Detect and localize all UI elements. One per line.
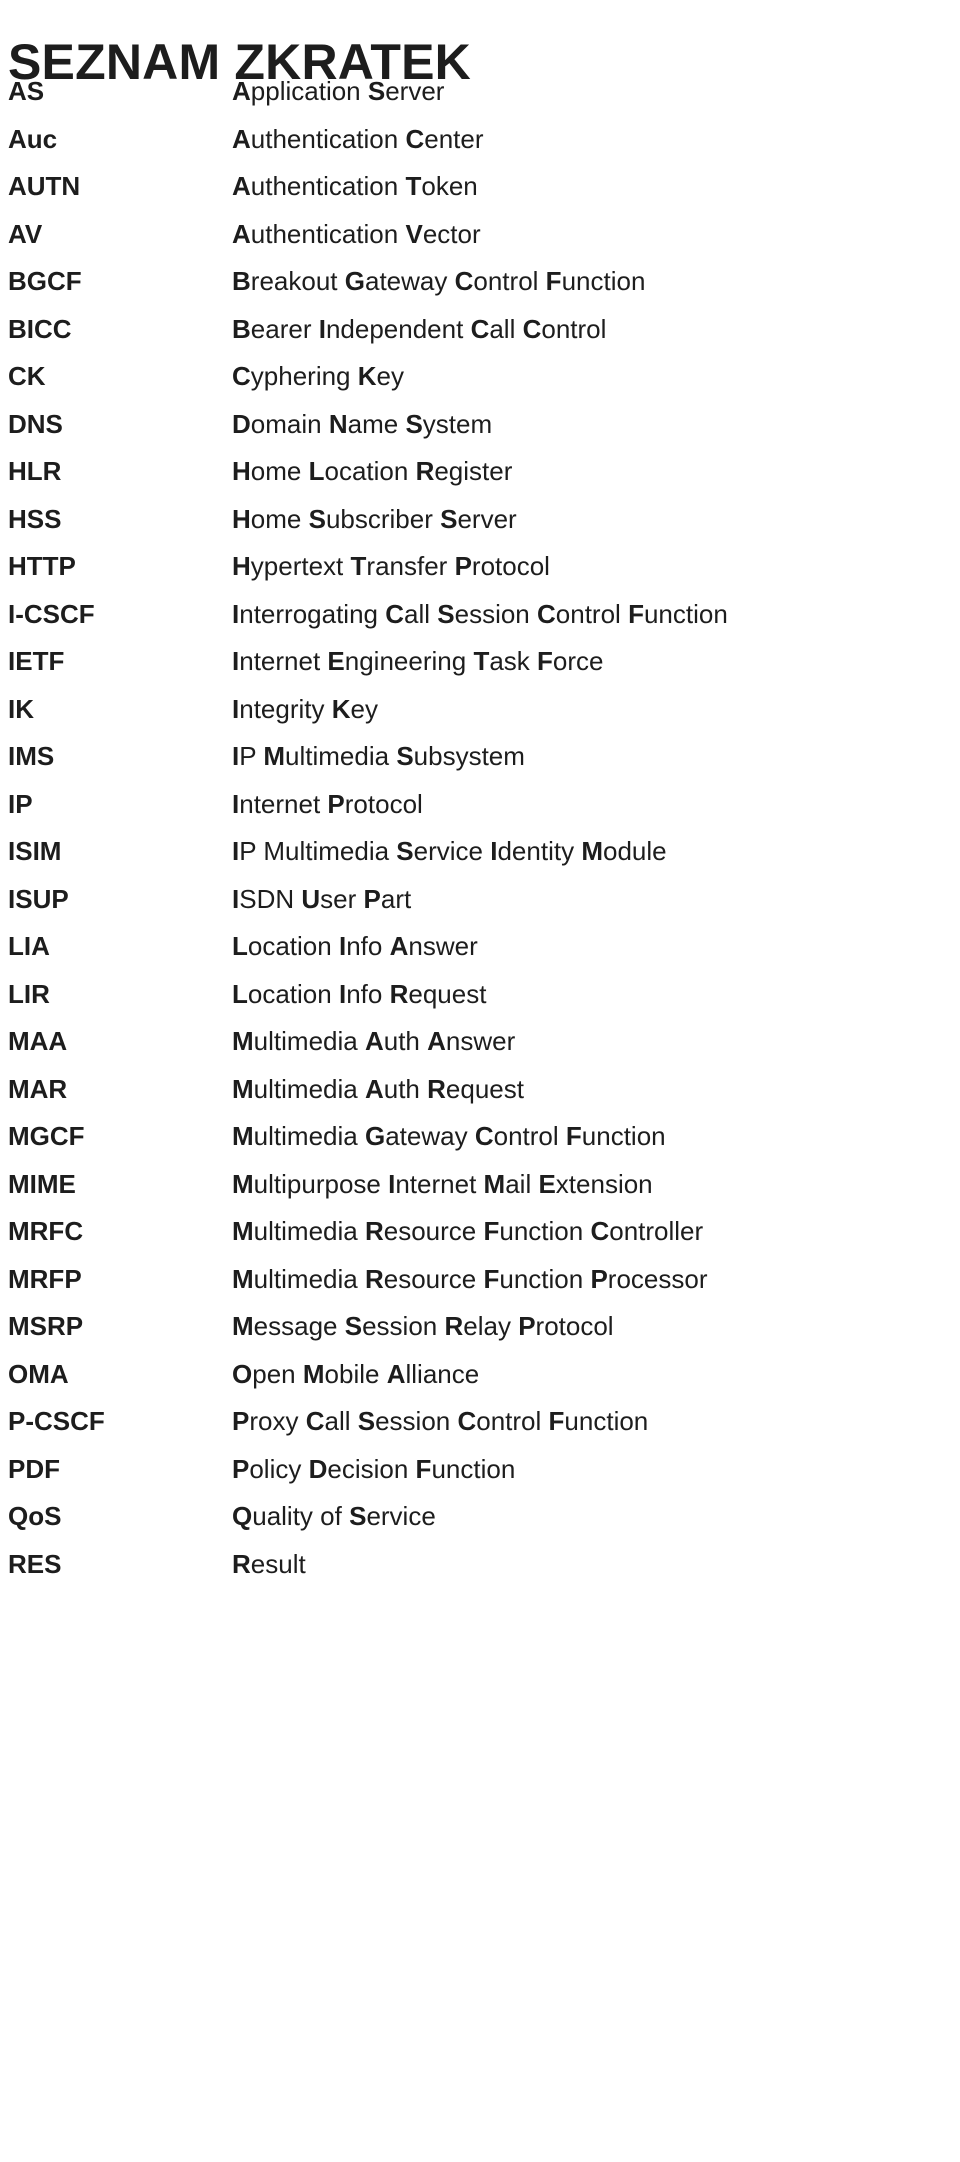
abbreviation-row: MSRP Message Session Relay Protocol [0, 1309, 960, 1357]
abbreviation-row: RES Result [0, 1547, 960, 1595]
abbreviation-term: MAR [8, 1073, 68, 1104]
abbreviation-definition: ISDN User Part [232, 883, 412, 914]
abbreviation-row: MRFP Multimedia Resource Function Process… [0, 1262, 960, 1310]
abbreviation-term: BGCF [8, 266, 82, 296]
abbreviation-definition: IP Multimedia Service Identity Module [232, 836, 667, 866]
abbreviation-row: MIME Multipurpose Internet Mail Extension [0, 1167, 960, 1215]
abbreviation-row: QoS Quality of Service [0, 1499, 960, 1547]
abbreviation-row: BICC Bearer Independent Call Control [0, 312, 960, 360]
abbreviation-definition: Hypertext Transfer Protocol [232, 551, 550, 581]
abbreviation-term: I-CSCF [8, 598, 95, 629]
abbreviation-row: LIR Location Info Request [0, 977, 960, 1025]
abbreviation-term: IK [8, 693, 34, 724]
abbreviation-definition: Authentication Token [232, 171, 478, 201]
abbreviation-term: MSRP [8, 1311, 84, 1341]
abbreviation-definition: Home Subscriber Server [232, 503, 517, 534]
abbreviation-definition: Multimedia Gateway Control Function [232, 1121, 666, 1151]
abbreviation-row: AV Authentication Vector [0, 217, 960, 265]
abbreviation-term: BICC [8, 313, 72, 344]
abbreviation-row: IP Internet Protocol [0, 787, 960, 835]
abbreviation-definition: Multimedia Resource Function Controller [232, 1216, 704, 1246]
abbreviation-row: IK Integrity Key [0, 692, 960, 740]
abbreviation-definition: Multipurpose Internet Mail Extension [232, 1168, 653, 1199]
abbreviation-row: ISUP ISDN User Part [0, 882, 960, 930]
abbreviation-definition: Result [232, 1548, 306, 1579]
abbreviation-list: AS Application Server Auc Authentication Ce… [0, 74, 960, 1594]
abbreviation-row: IETF Internet Engineering Task Force [0, 644, 960, 692]
abbreviation-row: ISIM IP Multimedia Service Identity Modul… [0, 834, 960, 882]
abbreviation-term: AS [8, 76, 45, 106]
abbreviation-term: IETF [8, 646, 65, 676]
abbreviation-row: CK Cyphering Key [0, 359, 960, 407]
abbreviation-definition: Authentication Center [232, 123, 484, 154]
abbreviation-term: OMA [8, 1358, 69, 1389]
abbreviation-definition: Quality of Service [232, 1501, 436, 1531]
abbreviation-definition: Cyphering Key [232, 361, 404, 391]
abbreviation-row: LIA Location Info Answer [0, 929, 960, 977]
abbreviation-definition: Domain Name System [232, 408, 493, 439]
abbreviation-term: CK [8, 361, 46, 391]
abbreviation-definition: Multimedia Auth Answer [232, 1026, 516, 1056]
abbreviation-row: MAA Multimedia Auth Answer [0, 1024, 960, 1072]
abbreviation-row: BGCF Breakout Gateway Control Function [0, 264, 960, 312]
abbreviation-term: ISIM [8, 836, 62, 866]
abbreviation-term: IMS [8, 741, 55, 771]
abbreviation-row: DNS Domain Name System [0, 407, 960, 455]
abbreviation-definition: Policy Decision Function [232, 1453, 516, 1484]
abbreviation-term: P-CSCF [8, 1406, 105, 1436]
abbreviation-term: MRFC [8, 1216, 84, 1246]
abbreviation-definition: IP Multimedia Subsystem [232, 741, 525, 771]
abbreviation-term: MRFP [8, 1263, 82, 1294]
abbreviation-row: AUTN Authentication Token [0, 169, 960, 217]
abbreviation-definition: Internet Engineering Task Force [232, 646, 604, 676]
abbreviation-term: LIR [8, 978, 50, 1009]
abbreviation-term: PDF [8, 1453, 60, 1484]
abbreviation-term: LIA [8, 931, 50, 961]
abbreviation-definition: Home Location Register [232, 456, 513, 486]
abbreviation-row: AS Application Server [0, 74, 960, 122]
abbreviation-definition: Location Info Request [232, 978, 487, 1009]
abbreviation-row: IMS IP Multimedia Subsystem [0, 739, 960, 787]
abbreviation-term: MGCF [8, 1121, 85, 1151]
abbreviation-definition: Application Server [232, 76, 445, 106]
abbreviation-row: PDF Policy Decision Function [0, 1452, 960, 1500]
abbreviation-definition: Multimedia Auth Request [232, 1073, 524, 1104]
abbreviation-row: MAR Multimedia Auth Request [0, 1072, 960, 1120]
abbreviation-row: OMA Open Mobile Alliance [0, 1357, 960, 1405]
abbreviation-term: HLR [8, 456, 62, 486]
abbreviation-definition: Message Session Relay Protocol [232, 1311, 614, 1341]
abbreviation-row: MRFC Multimedia Resource Function Control… [0, 1214, 960, 1262]
abbreviation-definition: Location Info Answer [232, 931, 478, 961]
abbreviation-definition: Authentication Vector [232, 218, 481, 249]
abbreviation-row: HLR Home Location Register [0, 454, 960, 502]
abbreviation-definition: Open Mobile Alliance [232, 1358, 480, 1389]
abbreviation-term: DNS [8, 408, 63, 439]
abbreviation-term: MIME [8, 1168, 76, 1199]
abbreviation-term: RES [8, 1548, 62, 1579]
abbreviation-row: MGCF Multimedia Gateway Control Function [0, 1119, 960, 1167]
abbreviation-row: P-CSCF Proxy Call Session Control Functio… [0, 1404, 960, 1452]
abbreviation-definition: Internet Protocol [232, 788, 423, 819]
abbreviation-term: AV [8, 218, 43, 249]
abbreviation-row: HSS Home Subscriber Server [0, 502, 960, 550]
abbreviation-row: Auc Authentication Center [0, 122, 960, 170]
abbreviation-term: HSS [8, 503, 62, 534]
abbreviation-row: HTTP Hypertext Transfer Protocol [0, 549, 960, 597]
abbreviation-term: HTTP [8, 551, 76, 581]
abbreviation-row: I-CSCF Interrogating Call Session Control… [0, 597, 960, 645]
abbreviation-definition: Breakout Gateway Control Function [232, 266, 646, 296]
abbreviation-term: IP [8, 788, 33, 819]
abbreviation-definition: Bearer Independent Call Control [232, 313, 607, 344]
abbreviation-term: AUTN [8, 171, 81, 201]
abbreviation-definition: Multimedia Resource Function Processor [232, 1263, 708, 1294]
abbreviation-term: MAA [8, 1026, 68, 1056]
abbreviation-term: ISUP [8, 883, 69, 914]
abbreviation-definition: Proxy Call Session Control Function [232, 1406, 649, 1436]
abbreviation-definition: Interrogating Call Session Control Funct… [232, 598, 728, 629]
abbreviation-term: Auc [8, 123, 58, 154]
abbreviation-list-page: SEZNAM ZKRATEK AS Application Server Auc Au… [0, 0, 960, 2162]
abbreviation-definition: Integrity Key [232, 693, 378, 724]
abbreviation-term: QoS [8, 1501, 62, 1531]
